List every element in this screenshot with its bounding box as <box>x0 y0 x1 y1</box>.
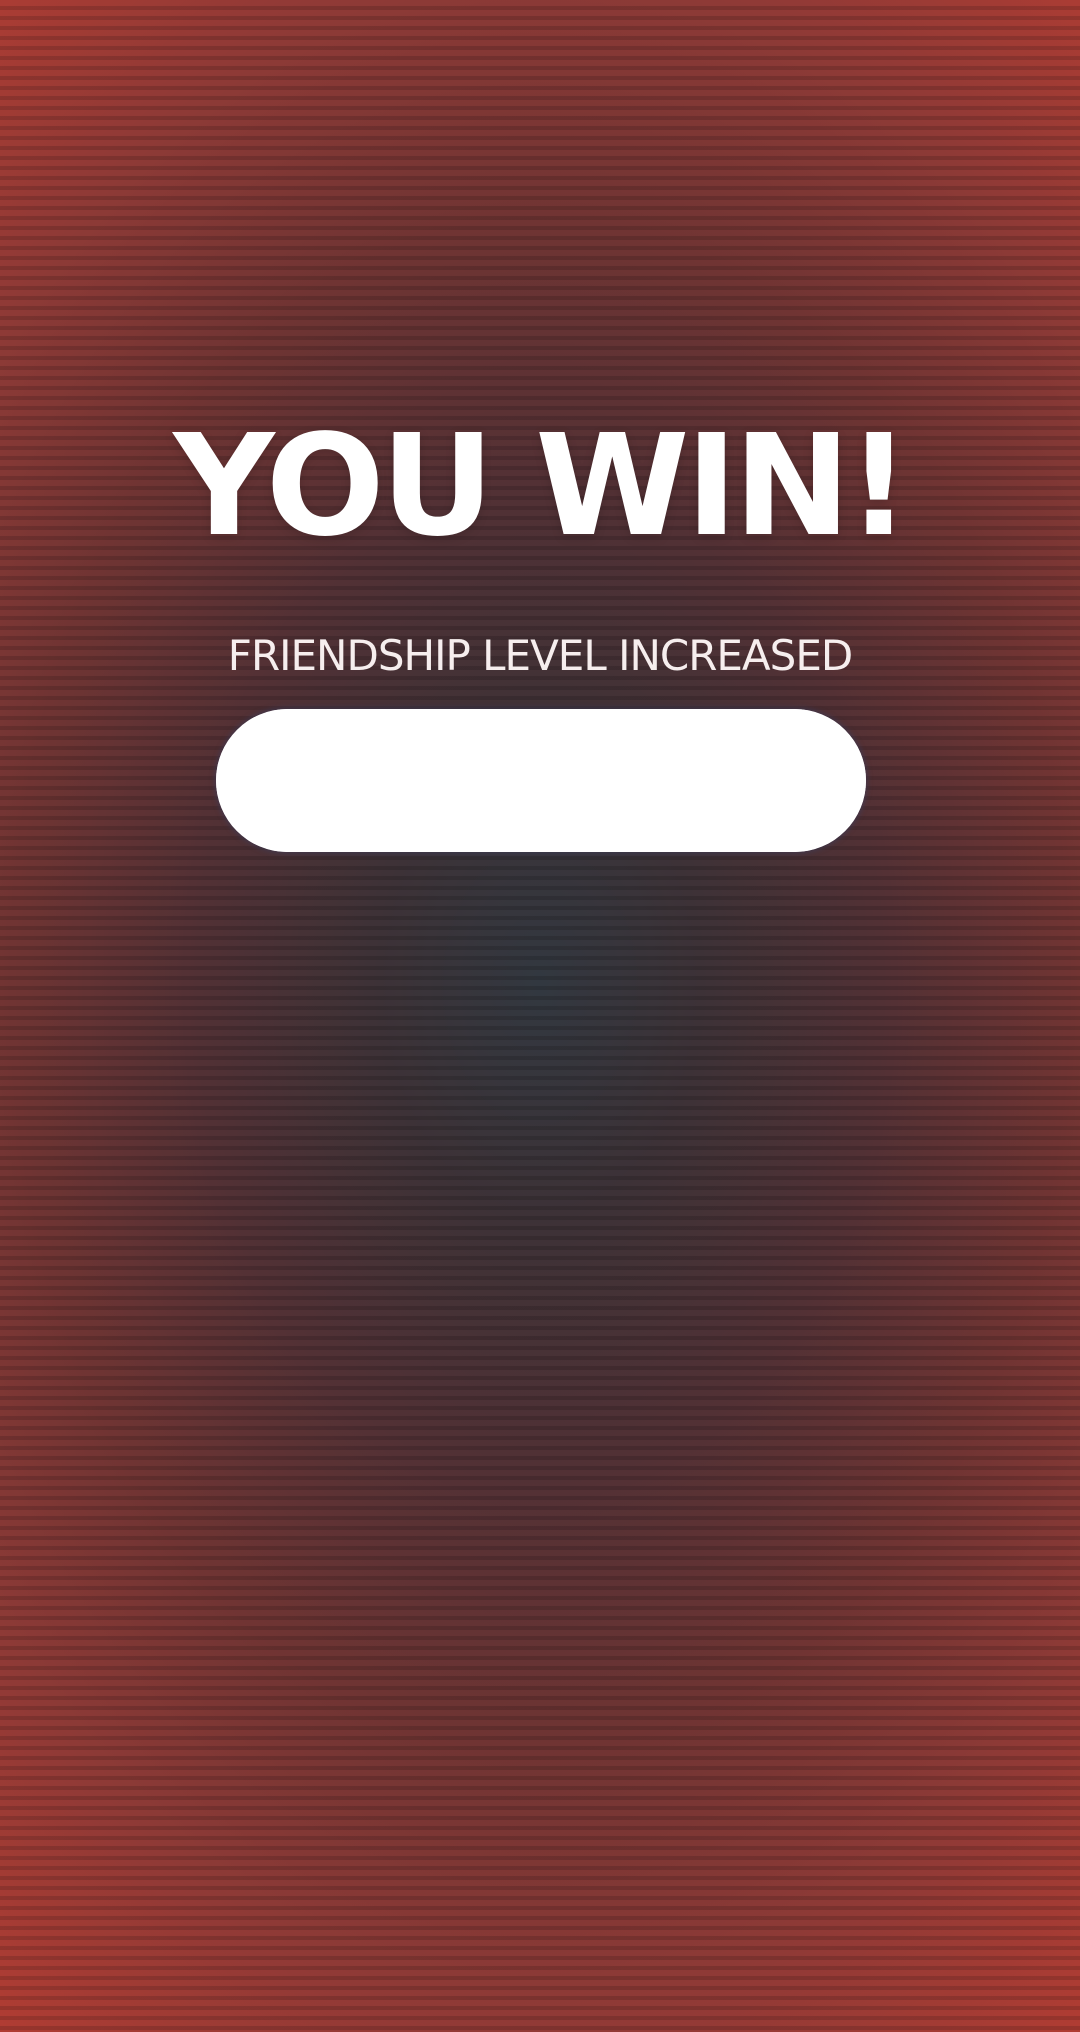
friendship-level-fill <box>216 709 866 852</box>
scanline-overlay <box>0 0 1080 2032</box>
friendship-message: FRIENDSHIP LEVEL INCREASED <box>227 631 853 680</box>
win-screen: YOU WIN! FRIENDSHIP LEVEL INCREASED <box>0 0 1080 2032</box>
win-title: YOU WIN! <box>173 405 910 568</box>
friendship-level-bar <box>216 709 866 852</box>
